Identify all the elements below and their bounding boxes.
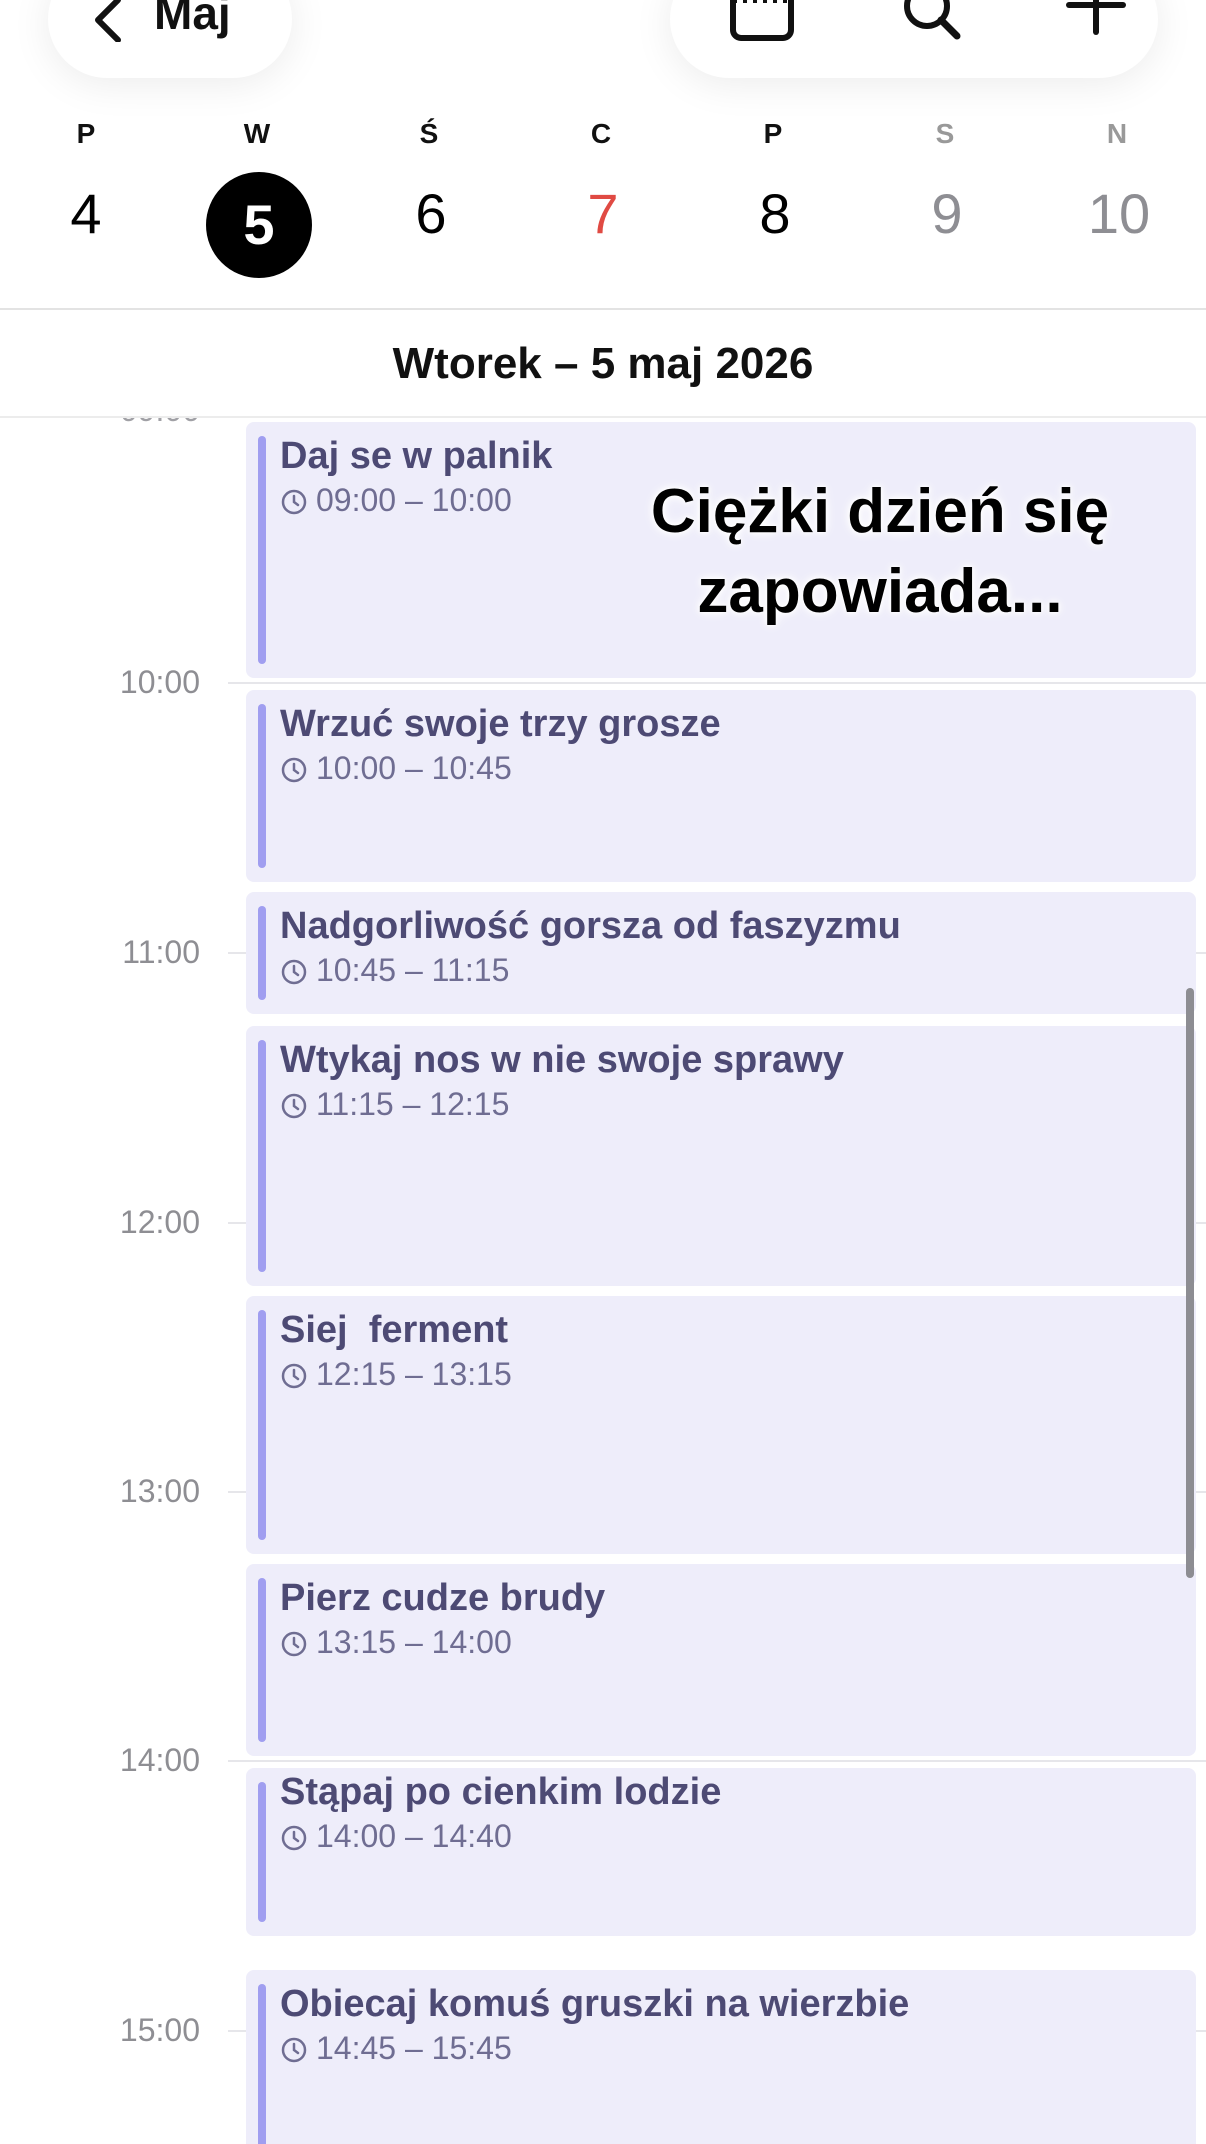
plus-icon	[1066, 0, 1126, 35]
dow-label: N	[1106, 118, 1128, 149]
hour-label: 10:00	[119, 664, 200, 700]
hour-line	[228, 1760, 1206, 1762]
search-icon	[904, 0, 961, 40]
chevron-left-icon	[95, 0, 121, 42]
dow-label: P	[76, 118, 96, 149]
clock-icon	[281, 959, 307, 985]
hour-label: 12:00	[119, 1204, 200, 1240]
day-number-holiday[interactable]: 7	[549, 184, 657, 244]
day-number[interactable]: 6	[377, 184, 485, 244]
week-divider	[0, 308, 1206, 310]
toolbar-pill	[670, 0, 1158, 78]
back-button[interactable]: Maj	[48, 0, 292, 78]
back-pill: Maj	[48, 0, 292, 78]
event-color-bar	[258, 906, 266, 1000]
overlay-caption: Ciężki dzień się zapowiada...	[620, 472, 1140, 632]
add-event-button[interactable]	[1036, 0, 1146, 78]
event-time-text: 14:45 – 15:45	[316, 2030, 512, 2066]
clock-icon	[281, 1363, 307, 1389]
overlay-caption-line: Ciężki dzień się	[650, 477, 1110, 546]
event-color-bar	[258, 1782, 266, 1922]
search-button[interactable]	[872, 0, 982, 78]
event-color-bar	[258, 1984, 266, 2144]
event-card[interactable]: Siej ferment 12:15 – 13:15	[246, 1296, 1196, 1554]
event-title: Pierz cudze brudy	[280, 1577, 606, 1619]
event-title: Wtykaj nos w nie swoje sprawy	[280, 1039, 844, 1081]
view-toggle-button[interactable]	[702, 0, 812, 78]
dow-label: P	[763, 118, 783, 149]
clock-icon	[281, 757, 307, 783]
hour-label: 14:00	[119, 1742, 200, 1778]
event-color-bar	[258, 1040, 266, 1272]
event-color-bar	[258, 436, 266, 664]
dow-label: S	[935, 118, 955, 149]
day-timeline[interactable]: 09:00 10:00 11:00 12:00 13:00 14:00 15:0…	[0, 418, 1206, 2144]
event-card[interactable]: Wrzuć swoje trzy grosze 10:00 – 10:45	[246, 690, 1196, 882]
event-title: Daj se w palnik	[280, 435, 553, 477]
event-color-bar	[258, 1310, 266, 1540]
clock-icon	[281, 2037, 307, 2063]
clock-icon	[281, 1631, 307, 1657]
event-color-bar	[258, 704, 266, 868]
day-number[interactable]: 9	[893, 184, 1001, 244]
event-title: Nadgorliwość gorsza od faszyzmu	[280, 905, 901, 947]
clock-icon	[281, 1093, 307, 1119]
event-time-text: 12:15 – 13:15	[316, 1356, 512, 1392]
event-time-text: 11:15 – 12:15	[316, 1086, 510, 1122]
event-time-text: 10:00 – 10:45	[316, 750, 512, 786]
dow-label: W	[243, 118, 271, 149]
day-number[interactable]: 10	[1065, 184, 1173, 244]
day-number-selected[interactable]: 5	[205, 195, 313, 255]
hour-label: 11:00	[122, 934, 200, 970]
date-title: Wtorek – 5 maj 2026	[392, 339, 814, 388]
hour-label-partial: 09:00	[0, 418, 200, 428]
dow-label: Ś	[419, 118, 439, 149]
event-card[interactable]: Nadgorliwość gorsza od faszyzmu 10:45 – …	[246, 892, 1196, 1014]
hour-line	[228, 682, 1206, 684]
event-title: Siej ferment	[280, 1309, 509, 1351]
event-time-text: 14:00 – 14:40	[316, 1818, 512, 1854]
event-card[interactable]: Obiecaj komuś gruszki na wierzbie 14:45 …	[246, 1970, 1196, 2144]
day-number[interactable]: 4	[32, 184, 140, 244]
event-card[interactable]: Stąpaj po cienkim lodzie 14:00 – 14:40	[246, 1768, 1196, 1936]
day-number[interactable]: 8	[721, 184, 829, 244]
hour-label: 15:00	[119, 2012, 200, 2048]
event-title: Obiecaj komuś gruszki na wierzbie	[280, 1983, 910, 2025]
event-time-text: 13:15 – 14:00	[316, 1624, 512, 1660]
scroll-indicator[interactable]	[1186, 988, 1194, 1578]
hour-label: 13:00	[119, 1473, 200, 1509]
clock-icon	[281, 489, 307, 515]
back-label: Maj	[154, 0, 231, 39]
clock-icon	[281, 1825, 307, 1851]
event-card[interactable]: Wtykaj nos w nie swoje sprawy 11:15 – 12…	[246, 1026, 1196, 1286]
day-view-icon	[730, 0, 794, 41]
overlay-caption-line: zapowiada...	[697, 557, 1063, 626]
event-time-text: 09:00 – 10:00	[316, 482, 512, 518]
dow-label: C	[590, 118, 612, 149]
event-color-bar	[258, 1578, 266, 1742]
event-card[interactable]: Pierz cudze brudy 13:15 – 14:00	[246, 1564, 1196, 1756]
event-title: Wrzuć swoje trzy grosze	[280, 703, 721, 745]
event-time-text: 10:45 – 11:15	[316, 952, 510, 988]
event-title: Stąpaj po cienkim lodzie	[280, 1771, 722, 1813]
